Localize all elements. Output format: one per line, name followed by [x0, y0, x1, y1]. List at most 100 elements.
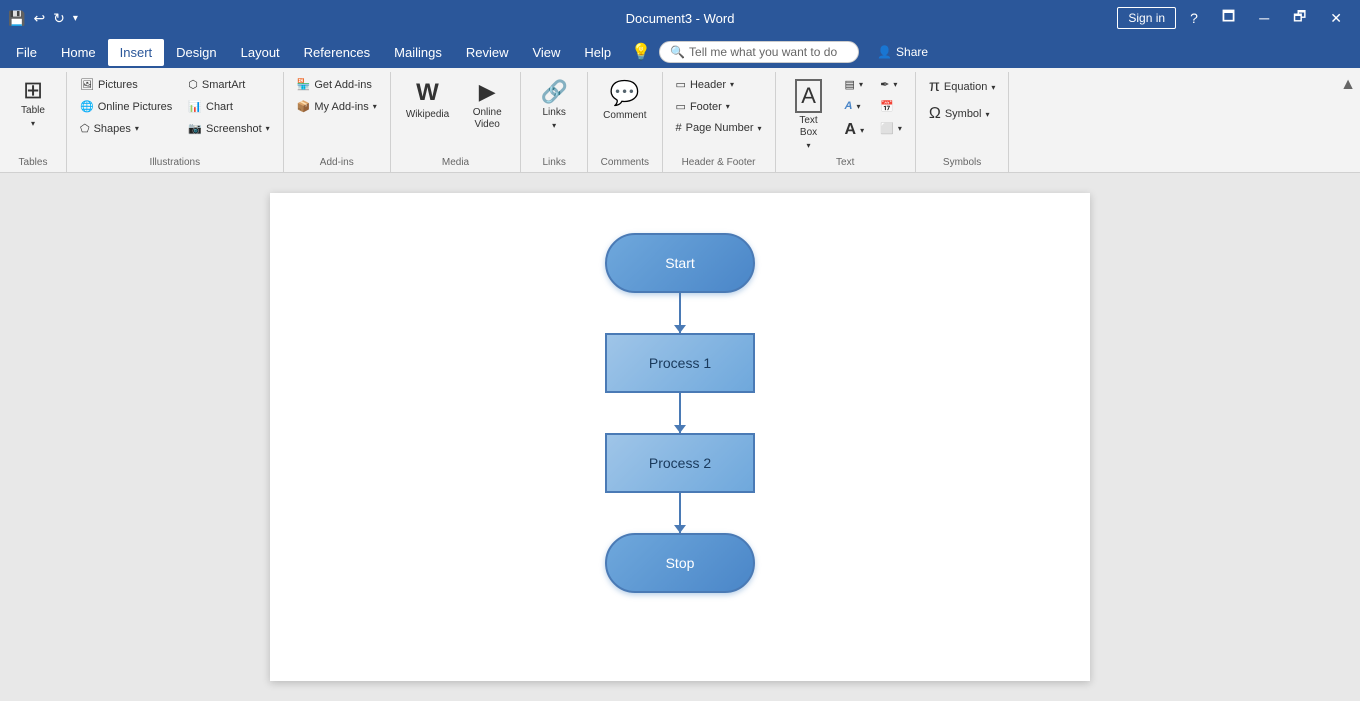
my-addins-button[interactable]: 📦 My Add-ins ▾ — [290, 96, 384, 117]
date-time-icon: 📅 — [880, 100, 894, 113]
symbol-dropdown-icon: ▾ — [986, 110, 990, 119]
qat-dropdown-icon[interactable]: ▾ — [73, 13, 78, 24]
tell-me-box[interactable]: 🔍 Tell me what you want to do — [659, 41, 859, 63]
media-group-label: Media — [397, 155, 514, 170]
close-button[interactable]: ✕ — [1320, 6, 1352, 31]
online-video-button[interactable]: ▶ OnlineVideo — [460, 74, 514, 136]
flowchart-stop-node[interactable]: Stop — [605, 533, 755, 593]
menu-design[interactable]: Design — [164, 39, 228, 66]
redo-icon[interactable]: ↻ — [53, 10, 65, 27]
wordart-dropdown-icon: ▾ — [857, 102, 861, 111]
quick-parts-button[interactable]: ▤ ▾ — [838, 74, 872, 95]
menu-references[interactable]: References — [292, 39, 382, 66]
flowchart-start-label: Start — [665, 255, 695, 271]
menu-bar: File Home Insert Design Layout Reference… — [0, 36, 1360, 68]
media-content: W Wikipedia ▶ OnlineVideo — [397, 74, 514, 155]
quick-access-toolbar: 💾 ↩ ↻ ▾ — [8, 10, 78, 27]
flowchart-process2-node[interactable]: Process 2 — [605, 433, 755, 493]
table-button[interactable]: ⊞ Table ▾ — [6, 74, 60, 133]
object-dropdown-icon: ▾ — [898, 124, 902, 133]
object-button[interactable]: ⬜ ▾ — [873, 118, 909, 139]
symbol-icon: Ω — [929, 105, 941, 123]
footer-dropdown-icon: ▾ — [726, 102, 730, 111]
share-button[interactable]: 👤 Share — [867, 41, 938, 63]
page-number-button[interactable]: # Page Number ▾ — [669, 118, 769, 138]
flowchart-process1-label: Process 1 — [649, 355, 711, 371]
tables-content: ⊞ Table ▾ — [6, 74, 60, 155]
smartart-icon: ⬡ — [188, 78, 198, 91]
signature-line-button[interactable]: ✒ ▾ — [873, 74, 909, 95]
ribbon: ⊞ Table ▾ Tables 🖼 Pictures 🌐 Online Pic… — [0, 68, 1360, 173]
flowchart: Start Process 1 Process 2 Stop — [605, 213, 755, 593]
header-footer-col: ▭ Header ▾ ▭ Footer ▾ # Page Number ▾ — [669, 74, 769, 138]
get-addins-button[interactable]: 🏪 Get Add-ins — [290, 74, 384, 95]
header-button[interactable]: ▭ Header ▾ — [669, 74, 769, 95]
tables-group-label: Tables — [6, 155, 60, 170]
menu-help[interactable]: Help — [572, 39, 623, 66]
menu-mailings[interactable]: Mailings — [382, 39, 454, 66]
menu-layout[interactable]: Layout — [229, 39, 292, 66]
menu-review[interactable]: Review — [454, 39, 521, 66]
text-box-button[interactable]: A TextBox ▾ — [782, 74, 836, 155]
lightbulb-icon: 💡 — [631, 42, 651, 62]
page-number-dropdown-icon: ▾ — [758, 124, 762, 133]
wikipedia-label: Wikipedia — [406, 109, 449, 121]
shapes-button[interactable]: ⬠ Shapes ▾ — [73, 118, 179, 139]
comment-button[interactable]: 💬 Comment — [594, 74, 655, 127]
links-icon: 🔗 — [540, 79, 567, 105]
flowchart-start-node[interactable]: Start — [605, 233, 755, 293]
flowchart-stop-label: Stop — [666, 555, 695, 571]
flowchart-arrow-2 — [679, 393, 681, 433]
dropcap-button[interactable]: A ▾ — [838, 117, 872, 143]
object-icon: ⬜ — [880, 122, 894, 135]
maximize-button[interactable]: 🗗 — [1283, 2, 1316, 34]
date-time-button[interactable]: 📅 — [873, 96, 909, 117]
smartart-button[interactable]: ⬡ SmartArt — [181, 74, 276, 95]
header-icon: ▭ — [676, 78, 686, 91]
ribbon-group-tables: ⊞ Table ▾ Tables — [0, 72, 67, 172]
text-group-label: Text — [782, 155, 909, 170]
sign-in-button[interactable]: Sign in — [1117, 7, 1176, 29]
equation-button[interactable]: π Equation ▾ — [922, 74, 1003, 100]
symbols-content: π Equation ▾ Ω Symbol ▾ — [922, 74, 1003, 155]
links-button[interactable]: 🔗 Links ▾ — [527, 74, 581, 135]
screenshot-dropdown-icon: ▾ — [266, 124, 270, 133]
pictures-button[interactable]: 🖼 Pictures — [73, 74, 179, 95]
ribbon-display-icon[interactable]: 🗖 — [1212, 2, 1245, 34]
save-icon[interactable]: 💾 — [8, 10, 25, 27]
screenshot-button[interactable]: 📷 Screenshot ▾ — [181, 118, 276, 139]
undo-icon[interactable]: ↩ — [33, 10, 45, 27]
illustrations-col1: 🖼 Pictures 🌐 Online Pictures ⬠ Shapes ▾ — [73, 74, 179, 139]
menu-view[interactable]: View — [520, 39, 572, 66]
ribbon-collapse-button[interactable]: ▲ — [1340, 76, 1356, 94]
addins-content: 🏪 Get Add-ins 📦 My Add-ins ▾ — [290, 74, 384, 155]
header-footer-content: ▭ Header ▾ ▭ Footer ▾ # Page Number ▾ — [669, 74, 769, 155]
online-pictures-button[interactable]: 🌐 Online Pictures — [73, 96, 179, 117]
quick-parts-dropdown-icon: ▾ — [859, 80, 863, 89]
symbol-button[interactable]: Ω Symbol ▾ — [922, 101, 1003, 127]
help-icon[interactable]: ? — [1180, 6, 1208, 30]
flowchart-process1-node[interactable]: Process 1 — [605, 333, 755, 393]
minimize-button[interactable]: ─ — [1249, 6, 1279, 30]
equation-icon: π — [929, 78, 940, 96]
header-dropdown-icon: ▾ — [730, 80, 734, 89]
chart-button[interactable]: 📊 Chart — [181, 96, 276, 117]
wikipedia-icon: W — [416, 79, 439, 107]
symbols-col: π Equation ▾ Ω Symbol ▾ — [922, 74, 1003, 127]
header-footer-group-label: Header & Footer — [669, 155, 769, 170]
footer-button[interactable]: ▭ Footer ▾ — [669, 96, 769, 117]
menu-home[interactable]: Home — [49, 39, 108, 66]
online-video-icon: ▶ — [479, 79, 496, 105]
wordart-button[interactable]: A ▾ — [838, 96, 872, 116]
text-box-label: TextBox — [799, 115, 817, 139]
links-label: Links — [542, 107, 565, 119]
flowchart-arrow-3 — [679, 493, 681, 533]
menu-file[interactable]: File — [4, 39, 49, 66]
flowchart-process2-label: Process 2 — [649, 455, 711, 471]
share-icon: 👤 — [877, 45, 892, 59]
wikipedia-button[interactable]: W Wikipedia — [397, 74, 458, 126]
ribbon-group-media: W Wikipedia ▶ OnlineVideo Media — [391, 72, 521, 172]
menu-insert[interactable]: Insert — [108, 39, 165, 66]
chart-icon: 📊 — [188, 100, 202, 113]
sig-dropdown-icon: ▾ — [893, 80, 897, 89]
